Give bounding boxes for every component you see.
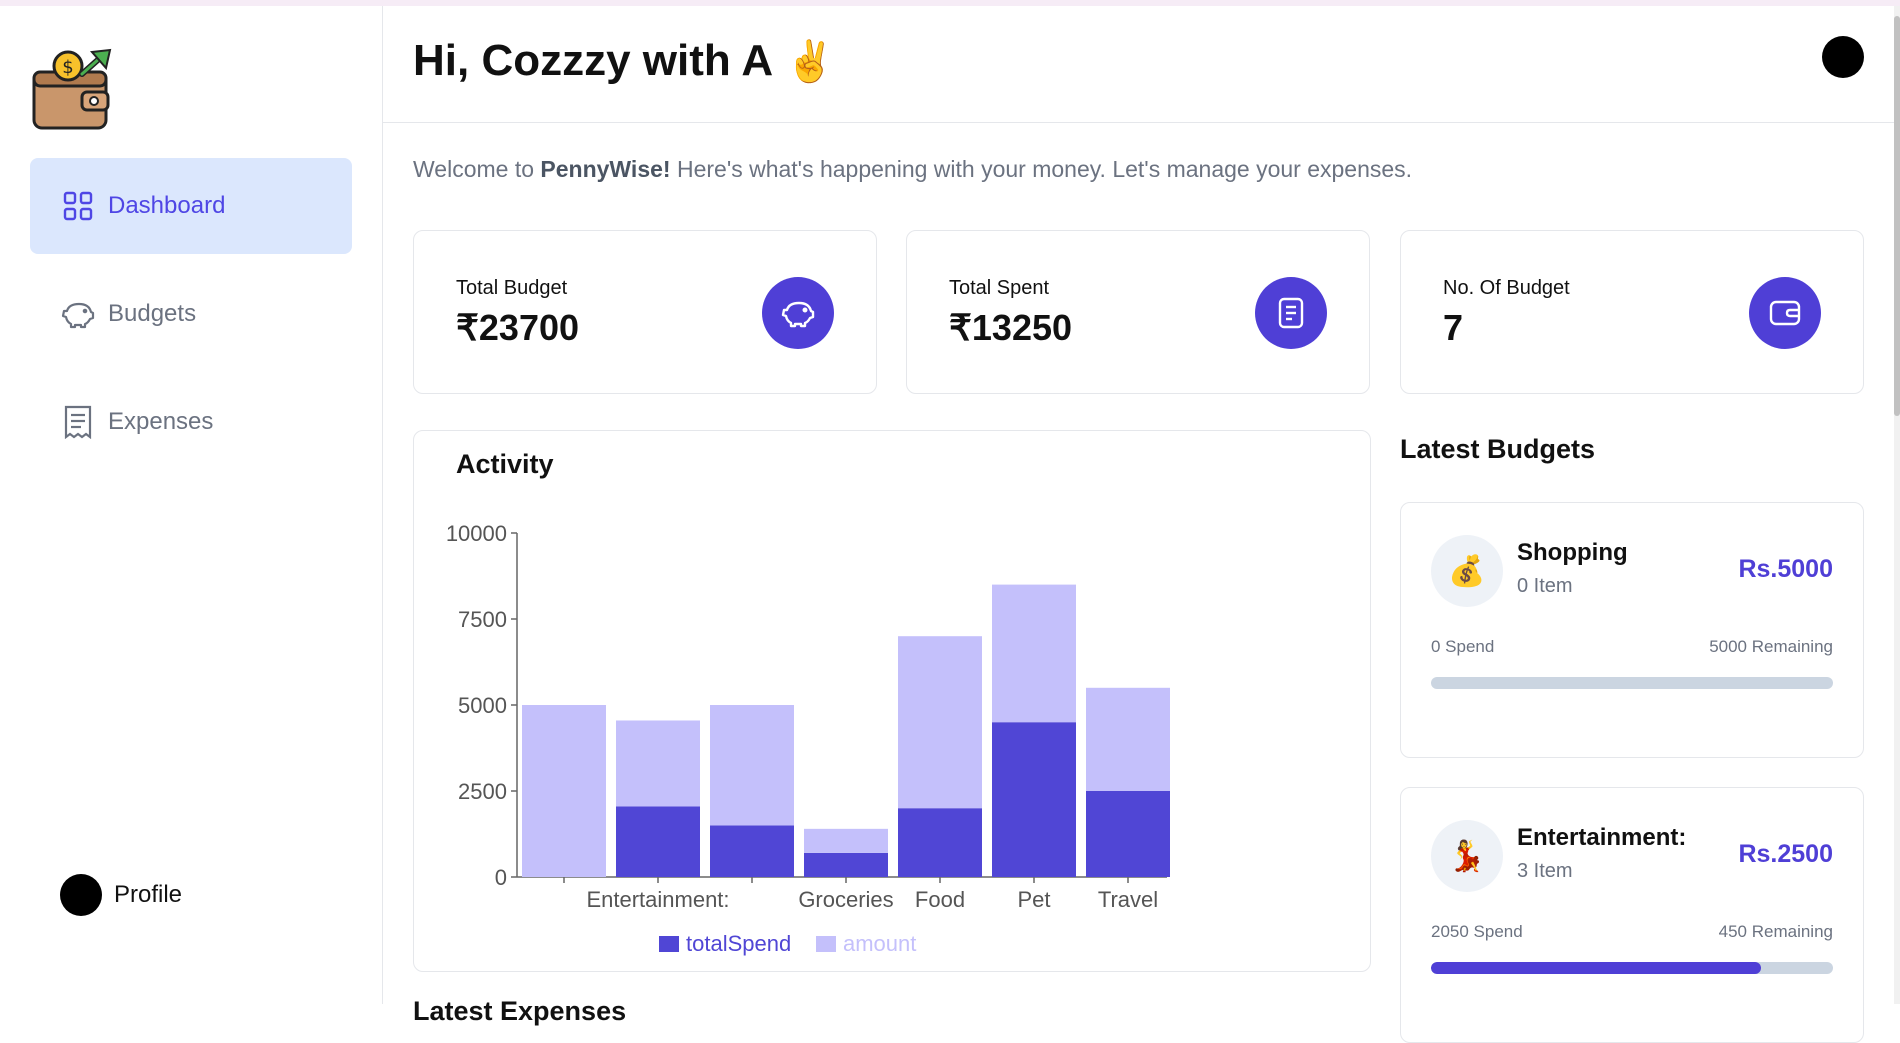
bar-amount — [616, 720, 700, 807]
receipt-icon — [60, 404, 96, 440]
sidebar-item-label: Dashboard — [108, 192, 226, 219]
stat-card-total-budget: Total Budget ₹23700 — [413, 230, 877, 394]
receipt-icon — [1255, 277, 1327, 349]
budget-card-shopping[interactable]: 💰 Shopping 0 Item Rs.5000 0 Spend 5000 R… — [1400, 502, 1864, 758]
stat-value: 7 — [1443, 307, 1464, 348]
bar-amount — [898, 636, 982, 809]
y-tick-label: 5000 — [458, 693, 507, 718]
stat-title: No. Of Budget — [1443, 277, 1570, 299]
bar-totalSpend — [616, 806, 700, 877]
dancer-icon: 💃 — [1431, 820, 1503, 892]
y-tick-label: 7500 — [458, 607, 507, 632]
budget-name: Shopping — [1517, 539, 1628, 566]
scrollbar[interactable] — [1894, 6, 1900, 1004]
budget-item-count: 3 Item — [1517, 860, 1573, 882]
user-avatar[interactable] — [1822, 36, 1864, 78]
bar-totalSpend — [992, 722, 1076, 877]
budget-remaining: 5000 Remaining — [1709, 637, 1833, 656]
sidebar-item-expenses[interactable]: Expenses — [30, 374, 352, 470]
piggy-bank-icon — [60, 296, 96, 332]
legend-swatch-amount — [816, 936, 836, 952]
wallet-icon — [1749, 277, 1821, 349]
legend-label-totalSpend: totalSpend — [686, 931, 791, 956]
legend-swatch-totalSpend — [659, 936, 679, 952]
sidebar: $ Dashboard Budgets Expenses Profile — [0, 6, 383, 1004]
budget-name: Entertainment: — [1517, 824, 1687, 851]
welcome-prefix: Welcome to — [413, 156, 541, 182]
scrollbar-thumb[interactable] — [1894, 16, 1900, 416]
bar-totalSpend — [1086, 791, 1170, 877]
bar-amount — [804, 828, 888, 853]
stat-value: ₹23700 — [456, 307, 580, 348]
activity-chart-card: Activity 0 2500 5000 7500 10000 Entertainment… — [413, 430, 1371, 972]
y-tick-label: 2500 — [458, 779, 507, 804]
budget-card-entertainment[interactable]: 💃 Entertainment: 3 Item Rs.2500 2050 Spe… — [1400, 787, 1864, 1043]
x-tick-label: Entertainment: — [586, 887, 729, 912]
page-header: Hi, Cozzzy with A ✌️ — [383, 6, 1894, 123]
latest-budgets-title: Latest Budgets — [1400, 434, 1596, 464]
sidebar-item-budgets[interactable]: Budgets — [30, 266, 352, 362]
svg-text:$: $ — [62, 57, 73, 78]
budget-progress-bar — [1431, 677, 1833, 689]
dashboard-grid-icon — [60, 188, 96, 224]
wallet-logo-icon[interactable]: $ — [30, 44, 120, 134]
budget-spend: 2050 Spend — [1431, 922, 1523, 941]
welcome-suffix: Here's what's happening with your money.… — [670, 156, 1413, 182]
sidebar-item-label: Budgets — [108, 300, 197, 327]
piggy-bank-icon — [762, 277, 834, 349]
money-bag-icon: 💰 — [1431, 535, 1503, 607]
legend-label-amount: amount — [843, 931, 916, 956]
bar-amount — [992, 584, 1076, 723]
victory-hand-icon: ✌️ — [785, 40, 835, 84]
stat-title: Total Spent — [949, 277, 1050, 299]
brand-name: PennyWise! — [540, 156, 671, 182]
page-title: Hi, Cozzzy with A ✌️ — [413, 36, 835, 86]
sidebar-item-label: Expenses — [108, 408, 214, 435]
budget-amount: Rs.5000 — [1738, 555, 1833, 583]
y-tick-label: 0 — [495, 865, 507, 890]
stat-card-no-of-budget: No. Of Budget 7 — [1400, 230, 1864, 394]
avatar[interactable] — [60, 874, 102, 916]
x-tick-label: Pet — [1017, 887, 1050, 912]
budget-progress-fill — [1431, 962, 1761, 974]
x-tick-label: Groceries — [798, 887, 893, 912]
budget-item-count: 0 Item — [1517, 575, 1573, 597]
welcome-message: Welcome to PennyWise! Here's what's happ… — [413, 156, 1412, 183]
bar-totalSpend — [804, 852, 888, 877]
budget-spend: 0 Spend — [1431, 637, 1495, 656]
bar-totalSpend — [710, 825, 794, 877]
stat-card-total-spent: Total Spent ₹13250 — [906, 230, 1370, 394]
greeting-text: Hi, Cozzzy with A — [413, 36, 774, 85]
profile-label: Profile — [114, 881, 183, 908]
profile-button[interactable]: Profile — [60, 874, 182, 916]
sidebar-item-dashboard[interactable]: Dashboard — [30, 158, 352, 254]
latest-expenses-title: Latest Expenses — [413, 996, 627, 1026]
bar-amount — [1086, 687, 1170, 791]
activity-bar-chart: 0 2500 5000 7500 10000 Entertainment: Grocerie… — [446, 521, 1170, 956]
stat-title: Total Budget — [456, 277, 568, 299]
x-tick-label: Food — [915, 887, 965, 912]
y-tick-label: 10000 — [446, 521, 507, 546]
bar-amount — [710, 705, 794, 826]
x-tick-label: Travel — [1098, 887, 1158, 912]
budget-amount: Rs.2500 — [1738, 840, 1833, 868]
stat-value: ₹13250 — [949, 307, 1073, 348]
budget-progress-bar — [1431, 962, 1833, 974]
bar-amount — [522, 705, 606, 877]
bar-totalSpend — [898, 808, 982, 877]
budget-remaining: 450 Remaining — [1718, 922, 1833, 941]
